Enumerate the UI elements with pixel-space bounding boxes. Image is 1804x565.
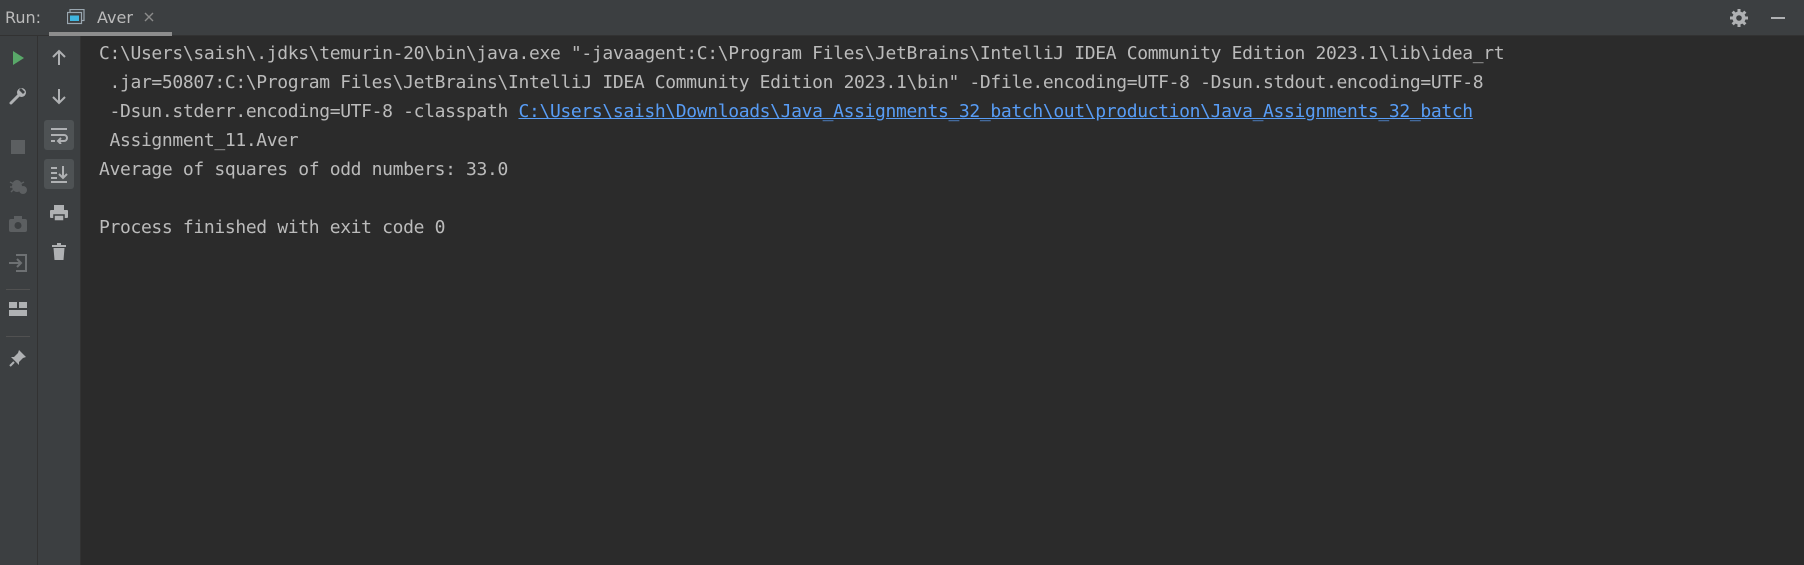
console-line: C:\Users\saish\.jdks\temurin-20\bin\java… [99, 43, 1505, 64]
arrow-down-icon[interactable] [44, 81, 74, 111]
arrow-up-icon[interactable] [44, 43, 74, 73]
layout-icon[interactable] [3, 294, 33, 324]
trash-icon[interactable] [44, 237, 74, 267]
run-actions-toolbar [0, 36, 38, 565]
console-output[interactable]: C:\Users\saish\.jdks\temurin-20\bin\java… [81, 36, 1804, 565]
camera-icon[interactable] [3, 209, 33, 239]
classpath-link[interactable]: C:\Users\saish\Downloads\Java_Assignment… [518, 101, 1473, 122]
close-icon[interactable] [142, 9, 156, 28]
wrench-icon[interactable] [3, 81, 33, 111]
run-tool-window: Run: Aver C:\Users\saish\.jdks\temurin-2… [0, 0, 1804, 565]
console-icon [66, 8, 85, 29]
soft-wrap-icon[interactable] [44, 120, 74, 150]
tab-aver[interactable]: Aver [49, 0, 172, 36]
toolbar-separator [6, 336, 30, 337]
console-line: .jar=50807:C:\Program Files\JetBrains\In… [99, 72, 1484, 93]
console-line: Assignment_11.Aver [99, 130, 299, 151]
stop-icon[interactable] [3, 132, 33, 162]
gear-icon[interactable] [1727, 6, 1751, 30]
run-label: Run: [5, 8, 42, 27]
console-line: -Dsun.stderr.encoding=UTF-8 -classpath C… [99, 101, 1473, 123]
debug-icon[interactable] [3, 170, 33, 200]
run-header: Run: Aver [0, 0, 1804, 36]
toolbar-separator [6, 289, 30, 290]
scroll-to-end-icon[interactable] [44, 159, 74, 189]
console-actions-toolbar [38, 36, 81, 565]
program-output-line: Average of squares of odd numbers: 33.0 [99, 159, 508, 180]
rerun-icon[interactable] [3, 43, 33, 73]
exit-icon[interactable] [3, 248, 33, 278]
tab-title: Aver [97, 8, 133, 27]
print-icon[interactable] [44, 198, 74, 228]
console-line-text: -Dsun.stderr.encoding=UTF-8 -classpath [99, 101, 519, 122]
process-finished-line: Process finished with exit code 0 [99, 217, 446, 238]
minimize-icon[interactable] [1766, 6, 1790, 30]
pin-icon[interactable] [3, 343, 33, 373]
